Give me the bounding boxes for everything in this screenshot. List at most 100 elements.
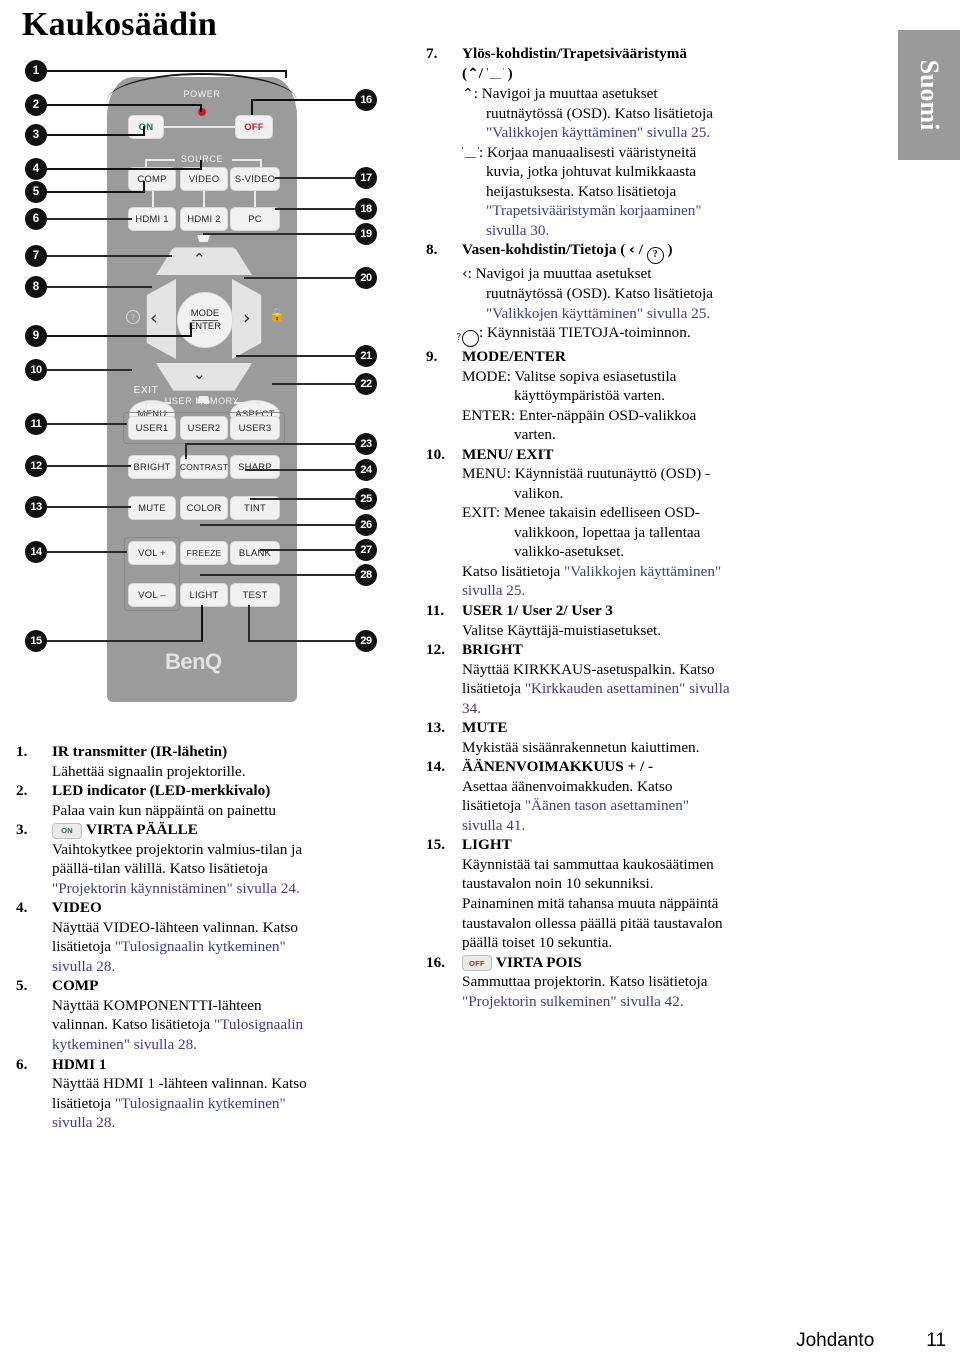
callout-5: 5 bbox=[25, 181, 47, 203]
item-line: Katso lisätietoja "Valikkojen käyttämine… bbox=[462, 562, 880, 582]
button-s-video[interactable]: S-VIDEO bbox=[230, 167, 280, 191]
button-freeze[interactable]: FREEZE bbox=[180, 541, 228, 565]
leader-14 bbox=[47, 551, 127, 553]
cross-reference-link[interactable]: "Tulosignaalin kytkeminen" bbox=[115, 1095, 286, 1112]
leader-24 bbox=[245, 469, 357, 471]
callout-22: 22 bbox=[355, 373, 377, 395]
page-footer: Johdanto 11 bbox=[0, 1330, 960, 1352]
cross-reference-link[interactable]: "Trapetsivääristymän korjaaminen" bbox=[462, 201, 880, 221]
item-heading: VIRTA PÄÄLLE bbox=[86, 821, 198, 839]
leader-6 bbox=[47, 218, 132, 220]
callout-24: 24 bbox=[355, 459, 377, 481]
button-sharp[interactable]: SHARP bbox=[230, 455, 280, 479]
list-item-5: 5. COMP Näyttää KOMPONENTTI-lähteen vali… bbox=[10, 976, 410, 1054]
item-heading: IR transmitter (IR-lähetin) bbox=[52, 743, 228, 760]
leader-21 bbox=[236, 355, 357, 357]
callout-9: 9 bbox=[25, 325, 47, 347]
item-body: USER 1/ User 2/ User 3 Valitse Käyttäjä-… bbox=[462, 601, 880, 640]
button-bright[interactable]: BRIGHT bbox=[128, 455, 176, 479]
button-mode-enter[interactable]: MODE ENTER bbox=[177, 292, 233, 348]
leader-5 bbox=[47, 191, 145, 193]
item-heading: USER 1/ User 2/ User 3 bbox=[462, 602, 613, 620]
cross-reference-link[interactable]: 34. bbox=[462, 699, 880, 719]
down-arrow-icon: ⌄ bbox=[193, 365, 206, 383]
item-line-text: Katso lisätietoja bbox=[462, 562, 565, 580]
item-line: valinnan. Katso lisätietoja "Tulosignaal… bbox=[52, 1015, 410, 1035]
callout-15: 15 bbox=[25, 630, 47, 652]
button-light[interactable]: LIGHT bbox=[180, 583, 228, 607]
button-hdmi-2[interactable]: HDMI 2 bbox=[180, 207, 228, 231]
callout-14: 14 bbox=[25, 541, 47, 563]
button-tint[interactable]: TINT bbox=[230, 496, 280, 520]
list-item-4: 4. VIDEO Näyttää VIDEO-lähteen valinnan.… bbox=[10, 898, 410, 976]
cross-reference-link[interactable]: "Tulosignaalin kytkeminen" bbox=[115, 938, 286, 955]
cross-reference-link[interactable]: sivulla 25. bbox=[462, 581, 880, 601]
up-arrow-icon: ⌃ bbox=[193, 250, 206, 268]
button-comp[interactable]: COMP bbox=[128, 167, 176, 191]
item-line: Asettaa äänenvoimakkuden. Katso bbox=[462, 777, 673, 795]
item-heading: LED indicator (LED-merkkivalo) bbox=[52, 782, 271, 800]
button-user3[interactable]: USER3 bbox=[230, 416, 280, 440]
item-body: OFF VIRTA POIS Sammuttaa projektorin. Kat… bbox=[462, 953, 880, 1012]
item-number: 10. bbox=[426, 445, 445, 463]
item-heading: ÄÄNENVOIMAKKUUS + / - bbox=[462, 758, 654, 776]
leader-23-drop bbox=[185, 443, 187, 459]
cross-reference-link[interactable]: sivulla 28. bbox=[52, 1113, 410, 1133]
leader-15-rise bbox=[201, 605, 203, 641]
cross-reference-link[interactable]: sivulla 41. bbox=[462, 816, 880, 836]
cross-reference-link[interactable]: "Kirkkauden asettaminen" sivulla bbox=[525, 680, 730, 697]
item-line: päällä toiset 10 sekuntia. bbox=[462, 934, 613, 952]
cross-reference-link[interactable]: "Valikkojen käyttäminen" bbox=[564, 563, 721, 580]
cross-reference-link[interactable]: "Valikkojen käyttäminen" sivulla 25. bbox=[462, 123, 880, 143]
list-item-14: 14. ÄÄNENVOIMAKKUUS + / - Asettaa äänenv… bbox=[420, 757, 880, 835]
button-mute[interactable]: MUTE bbox=[128, 496, 176, 520]
cross-reference-link[interactable]: "Tulosignaalin bbox=[214, 1016, 303, 1033]
leader-18 bbox=[275, 208, 357, 210]
button-pc[interactable]: PC bbox=[230, 207, 280, 231]
callout-8: 8 bbox=[25, 276, 47, 298]
left-text-column: 1. IR transmitter (IR-lähetin) Lähettää … bbox=[10, 742, 410, 1133]
item-line: Valitse Käyttäjä-muistiasetukset. bbox=[462, 621, 662, 639]
button-contrast[interactable]: CONTRAST bbox=[180, 455, 228, 479]
symbol-line: : Navigoi ja muuttaa asetukset bbox=[473, 84, 658, 102]
item-line: Vaihtokytkee projektorin valmius-tilan j… bbox=[52, 840, 303, 858]
button-hdmi-1[interactable]: HDMI 1 bbox=[128, 207, 176, 231]
leader-2-drop bbox=[200, 104, 202, 112]
button-user2[interactable]: USER2 bbox=[180, 416, 228, 440]
callout-12: 12 bbox=[25, 455, 47, 477]
item-heading: VIRTA POIS bbox=[496, 953, 582, 971]
symbol-line: ruutnäytössä (OSD). Katso lisätietoja bbox=[486, 104, 713, 122]
cross-reference-link[interactable]: "Projektorin sulkeminen" sivulla 42. bbox=[462, 992, 880, 1012]
item-line: Mykistää sisäänrakennetun kaiuttimen. bbox=[462, 738, 700, 756]
list-item-8: 8. Vasen-kohdistin/Tietoja ( ‹ / ? ) ‹: … bbox=[420, 240, 880, 348]
up-arrow-icon: ⌃ bbox=[467, 65, 479, 82]
button-volume-up[interactable]: VOL + bbox=[128, 541, 176, 565]
callout-4: 4 bbox=[25, 158, 47, 180]
callout-3: 3 bbox=[25, 124, 47, 146]
button-user1[interactable]: USER1 bbox=[128, 416, 176, 440]
symbol-line: : Navigoi ja muuttaa asetukset bbox=[467, 265, 652, 283]
button-test[interactable]: TEST bbox=[230, 583, 280, 607]
list-item-1: 1. IR transmitter (IR-lähetin) Lähettää … bbox=[10, 742, 410, 781]
button-power-off[interactable]: OFF bbox=[235, 115, 273, 139]
button-color[interactable]: COLOR bbox=[180, 496, 228, 520]
item-number: 14. bbox=[426, 758, 445, 776]
cross-reference-link[interactable]: "Valikkojen käyttäminen" sivulla 25. bbox=[462, 304, 880, 324]
item-body: BRIGHT Näyttää KIRKKAUS-asetuspalkin. Ka… bbox=[462, 640, 880, 718]
item-line: käyttöympäristöä varten. bbox=[514, 387, 665, 405]
cross-reference-link[interactable]: "Äänen tason asettaminen" bbox=[525, 797, 689, 814]
item-line: lisätietoja "Tulosignaalin kytkeminen" bbox=[52, 937, 410, 957]
cross-reference-link[interactable]: sivulla 28. bbox=[52, 957, 410, 977]
button-volume-down[interactable]: VOL – bbox=[128, 583, 176, 607]
callout-23: 23 bbox=[355, 433, 377, 455]
item-line: lisätietoja "Äänen tason asettaminen" bbox=[462, 796, 880, 816]
cross-reference-link[interactable]: sivulla 30. bbox=[462, 221, 880, 241]
item-heading: VIDEO bbox=[52, 899, 102, 917]
leader-8 bbox=[47, 286, 152, 288]
button-video[interactable]: VIDEO bbox=[180, 167, 228, 191]
lock-icon: 🔒 bbox=[269, 308, 286, 323]
cross-reference-link[interactable]: "Projektorin käynnistäminen" sivulla 24. bbox=[52, 879, 410, 899]
button-blank[interactable]: BLANK bbox=[230, 541, 280, 565]
callout-13: 13 bbox=[25, 496, 47, 518]
cross-reference-link[interactable]: kytkeminen" sivulla 28. bbox=[52, 1035, 410, 1055]
